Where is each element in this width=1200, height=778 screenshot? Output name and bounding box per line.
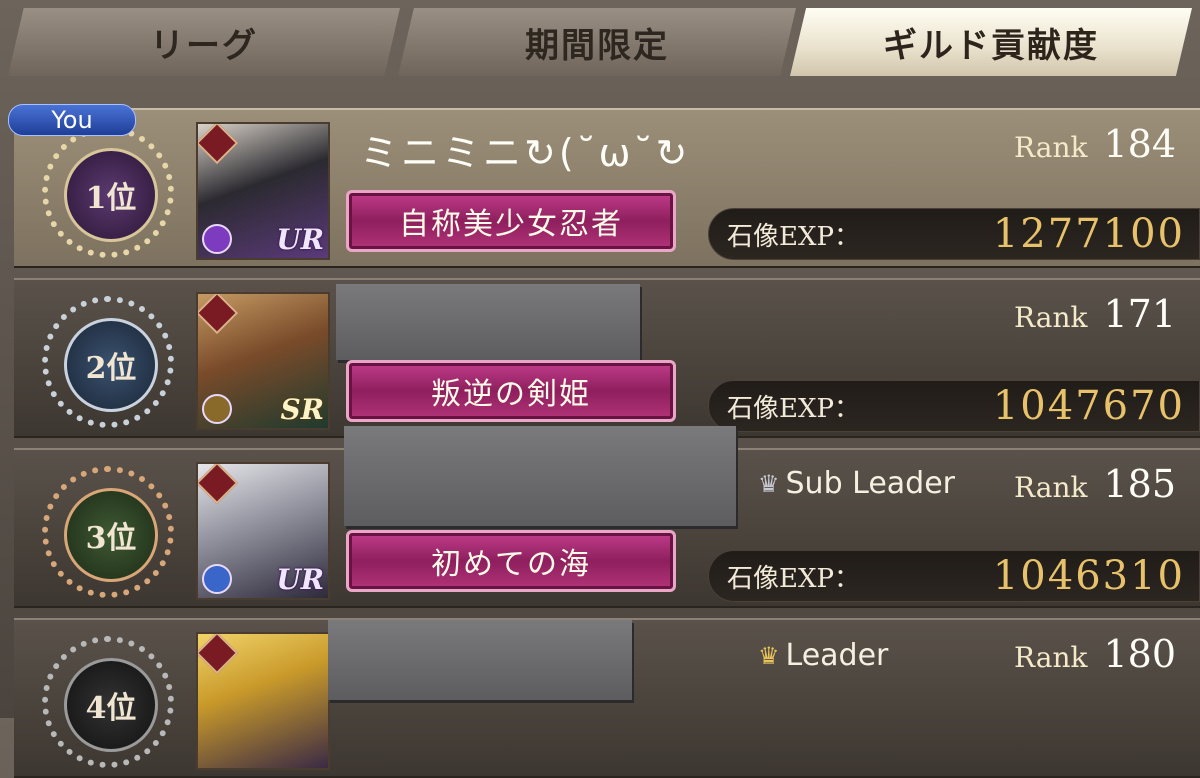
player-rank: Rank 185 [1014, 462, 1176, 506]
unit-avatar[interactable]: UR [196, 462, 330, 600]
ranking-list[interactable]: 1位 UR ミニミニ↻(˘ω˘↻ Rank 184 自称美少女忍者 石像EXP：… [0, 100, 1200, 778]
exp-box: 石像EXP： 1047670 [708, 380, 1200, 432]
rarity-label: UR [276, 563, 324, 596]
redacted-name [328, 620, 632, 700]
title-plate: 自称美少女忍者 [346, 190, 676, 252]
rank-label: Rank [1014, 471, 1088, 504]
crown-icon: ♛ [758, 641, 780, 670]
position-label: 2位 [64, 318, 158, 412]
unit-avatar[interactable]: UR [196, 122, 330, 260]
position-label: 3位 [64, 488, 158, 582]
rank-value: 184 [1103, 122, 1176, 166]
guild-role-label: Leader [785, 638, 889, 673]
exp-value: 1046310 [992, 553, 1185, 599]
element-icon [202, 394, 232, 424]
tab-league[interactable]: リーグ [8, 8, 400, 76]
ranking-row-1[interactable]: 1位 UR ミニミニ↻(˘ω˘↻ Rank 184 自称美少女忍者 石像EXP：… [14, 108, 1200, 268]
exp-label: 石像EXP： [727, 563, 860, 594]
redacted-name [336, 284, 640, 360]
title-plate: 初めての海 [346, 530, 676, 592]
rarity-label: SR [280, 393, 325, 426]
rank-label: Rank [1014, 131, 1088, 164]
rank-label: Rank [1014, 641, 1088, 674]
tab-bar: リーグ 期間限定 ギルド貢献度 [0, 0, 1200, 96]
ranking-row-3[interactable]: 3位 UR ♛ Sub Leader Rank 185 初めての海 石像EXP：… [14, 426, 1200, 608]
rarity-label: UR [276, 223, 324, 256]
rank-medal: 3位 [42, 466, 174, 598]
exp-box: 石像EXP： 1277100 [708, 208, 1200, 260]
exp-label: 石像EXP： [727, 221, 860, 252]
rank-medal: 4位 [42, 636, 174, 768]
guild-role: ♛ Sub Leader [758, 466, 955, 501]
tab-guild-contribution-label: ギルド貢献度 [883, 25, 1099, 66]
exp-label: 石像EXP： [727, 393, 860, 424]
element-icon [202, 564, 232, 594]
title-plate: 叛逆の剣姫 [346, 360, 676, 422]
element-icon [202, 224, 232, 254]
guild-role-label: Sub Leader [785, 466, 956, 501]
player-rank: Rank 184 [1014, 122, 1176, 166]
rank-value: 171 [1103, 292, 1176, 336]
you-badge: You [8, 104, 136, 136]
ranking-row-2[interactable]: 2位 SR Rank 171 叛逆の剣姫 石像EXP： 1047670 [14, 278, 1200, 438]
player-rank: Rank 180 [1014, 632, 1176, 676]
ranking-row-4[interactable]: 4位 ♛ Leader Rank 180 [14, 618, 1200, 778]
rank-value: 185 [1103, 462, 1176, 506]
position-label: 1位 [64, 148, 158, 242]
tab-limited-time-label: 期間限定 [525, 25, 669, 66]
redacted-name [344, 426, 736, 526]
guild-role: ♛ Leader [758, 638, 888, 673]
rank-medal: 2位 [42, 296, 174, 428]
tab-guild-contribution[interactable]: ギルド貢献度 [790, 8, 1192, 76]
tab-limited-time[interactable]: 期間限定 [398, 8, 796, 76]
exp-value: 1277100 [992, 211, 1185, 257]
rank-value: 180 [1103, 632, 1176, 676]
unit-avatar[interactable]: SR [196, 292, 330, 430]
player-rank: Rank 171 [1014, 292, 1176, 336]
exp-value: 1047670 [992, 383, 1185, 429]
rank-medal: 1位 [42, 126, 174, 258]
class-icon [198, 294, 239, 335]
exp-box: 石像EXP： 1046310 [708, 550, 1200, 602]
tab-league-label: リーグ [150, 25, 258, 66]
rank-label: Rank [1014, 301, 1088, 334]
class-icon [198, 634, 239, 675]
crown-icon: ♛ [758, 469, 780, 498]
position-label: 4位 [64, 658, 158, 752]
class-icon [198, 464, 239, 505]
class-icon [198, 124, 239, 165]
unit-avatar[interactable] [196, 632, 330, 770]
player-name: ミニミニ↻(˘ω˘↻ [360, 131, 691, 175]
